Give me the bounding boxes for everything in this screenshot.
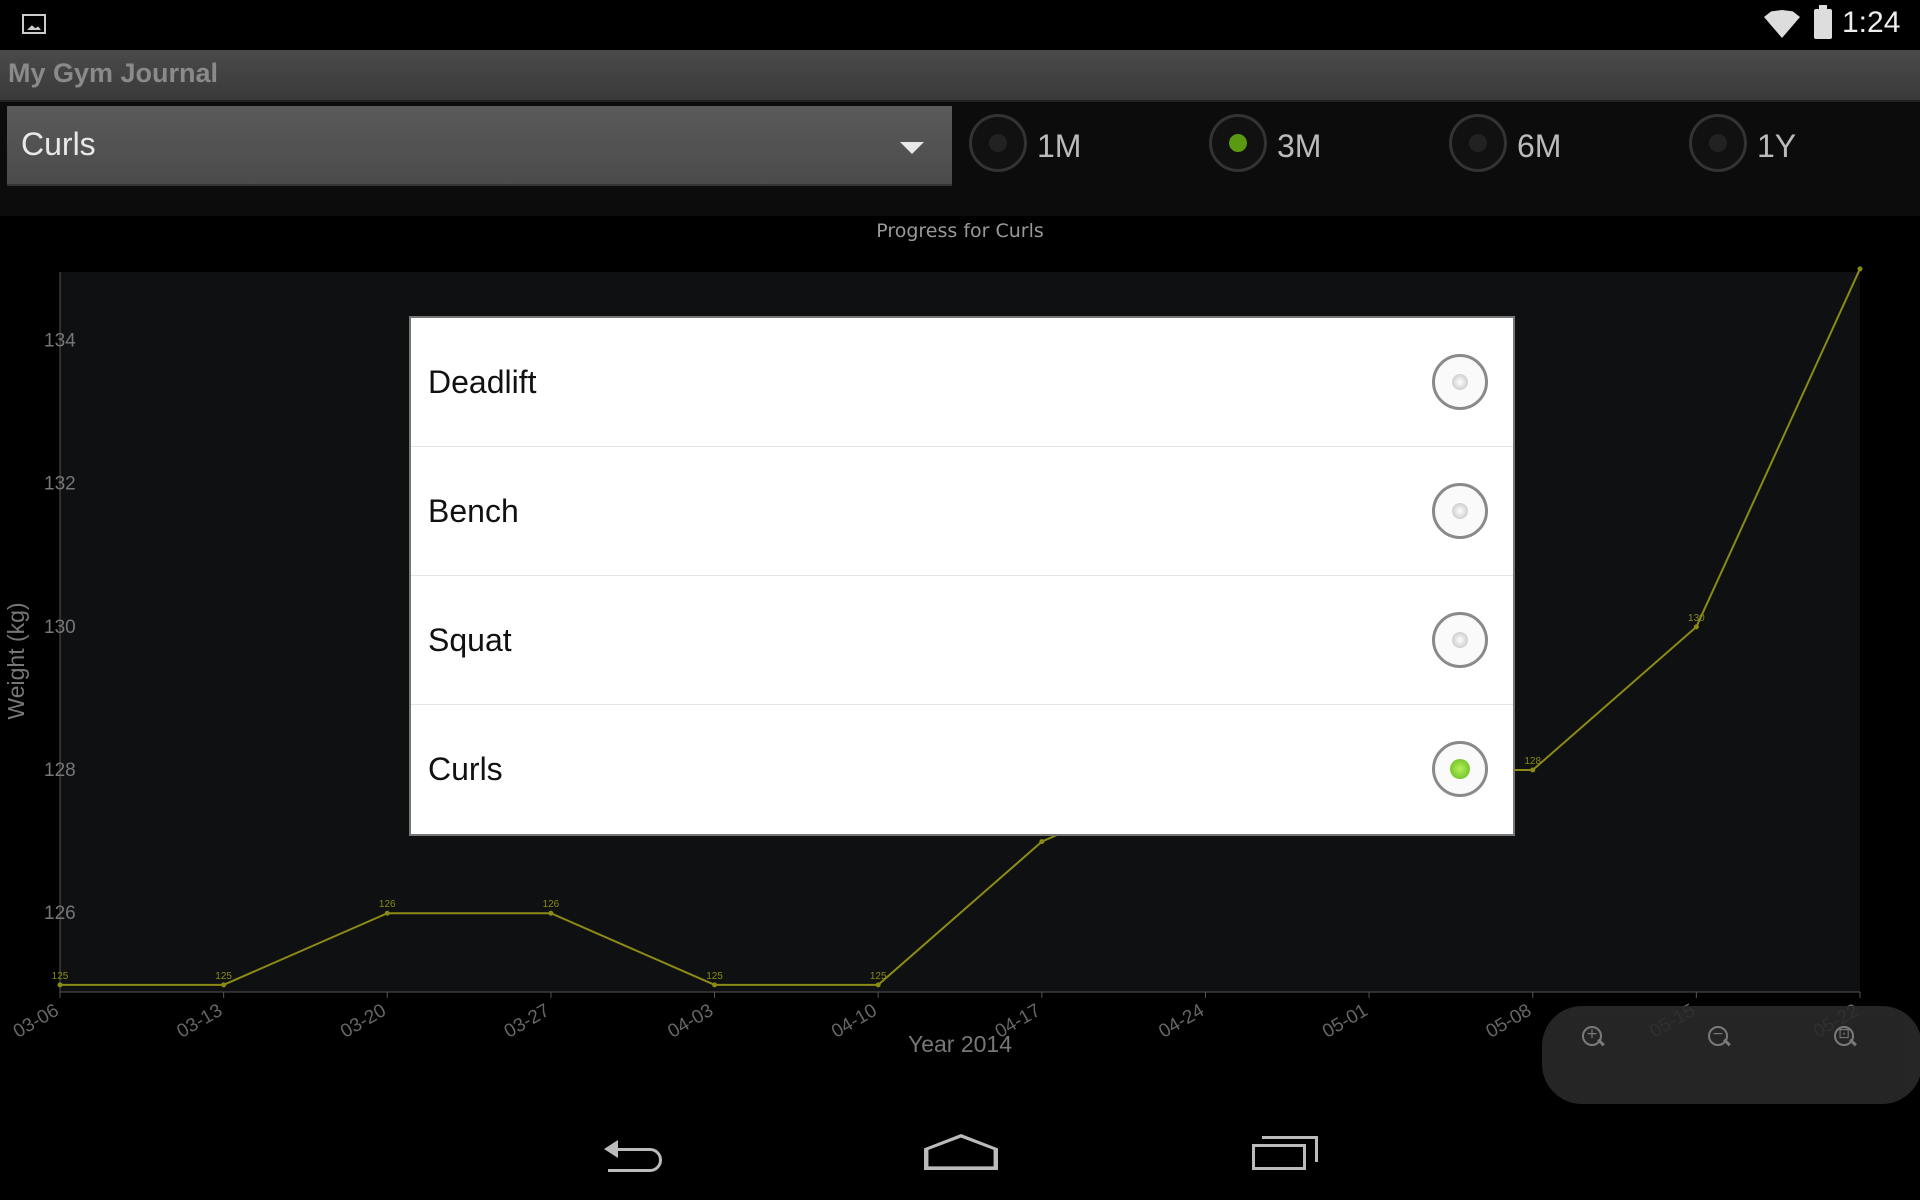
- back-icon[interactable]: [600, 1134, 670, 1174]
- radio-dot-icon: [1452, 374, 1468, 390]
- home-icon[interactable]: [924, 1134, 998, 1174]
- list-item-bench[interactable]: Bench: [411, 447, 1513, 576]
- list-item-curls[interactable]: Curls: [411, 705, 1513, 833]
- radio-button[interactable]: [1432, 741, 1488, 797]
- radio-dot-icon: [1450, 759, 1470, 779]
- list-item-deadlift[interactable]: Deadlift: [411, 318, 1513, 447]
- navigation-bar: [0, 1104, 1920, 1200]
- radio-button[interactable]: [1432, 483, 1488, 539]
- list-item-label: Squat: [428, 622, 512, 658]
- list-item-label: Curls: [428, 751, 503, 787]
- exercise-picker-dialog: Deadlift Bench Squat Curls: [409, 316, 1515, 836]
- radio-dot-icon: [1452, 632, 1468, 648]
- radio-button[interactable]: [1432, 612, 1488, 668]
- radio-dot-icon: [1452, 503, 1468, 519]
- radio-button[interactable]: [1432, 354, 1488, 410]
- list-item-squat[interactable]: Squat: [411, 576, 1513, 705]
- recent-apps-icon[interactable]: [1252, 1134, 1320, 1174]
- list-item-label: Deadlift: [428, 364, 537, 400]
- list-item-label: Bench: [428, 493, 519, 529]
